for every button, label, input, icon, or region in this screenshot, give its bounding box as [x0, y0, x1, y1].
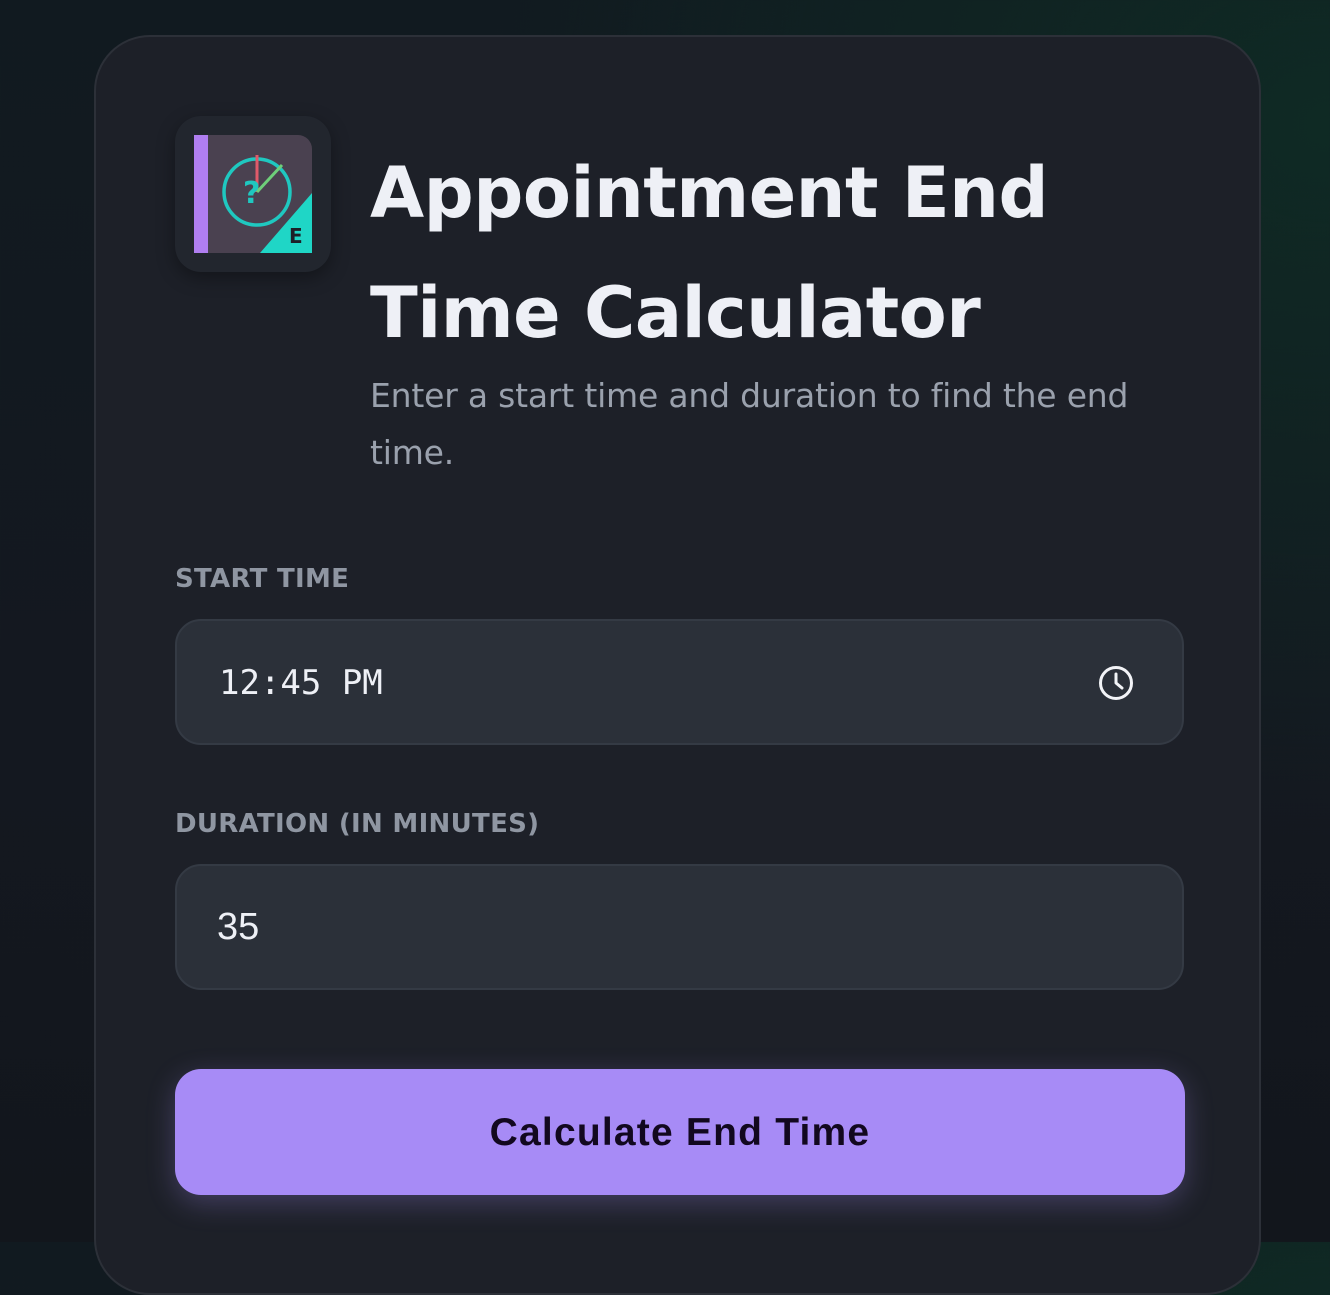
page-subtitle: Enter a start time and duration to find …	[370, 376, 1129, 472]
clock-icon[interactable]	[1097, 664, 1135, 702]
duration-value[interactable]: 35	[217, 904, 259, 950]
duration-input[interactable]: 35	[175, 864, 1184, 990]
start-time-label: START TIME	[175, 564, 350, 594]
logo-badge-letter: E	[289, 224, 303, 248]
app-logo: ? E	[175, 116, 331, 272]
start-time-input[interactable]: 12:45 PM	[175, 619, 1184, 745]
duration-label: DURATION (IN MINUTES)	[175, 809, 540, 839]
clock-question-logo-icon: ? E	[194, 135, 312, 253]
logo-question-mark: ?	[243, 176, 260, 211]
page-title: Appointment End Time Calculator	[370, 152, 1049, 354]
start-time-value[interactable]: 12:45 PM	[219, 661, 383, 705]
calculator-card: ? E Appointment End Time Calculator Ente…	[94, 35, 1261, 1295]
calculate-end-time-button[interactable]: Calculate End Time	[175, 1069, 1185, 1195]
